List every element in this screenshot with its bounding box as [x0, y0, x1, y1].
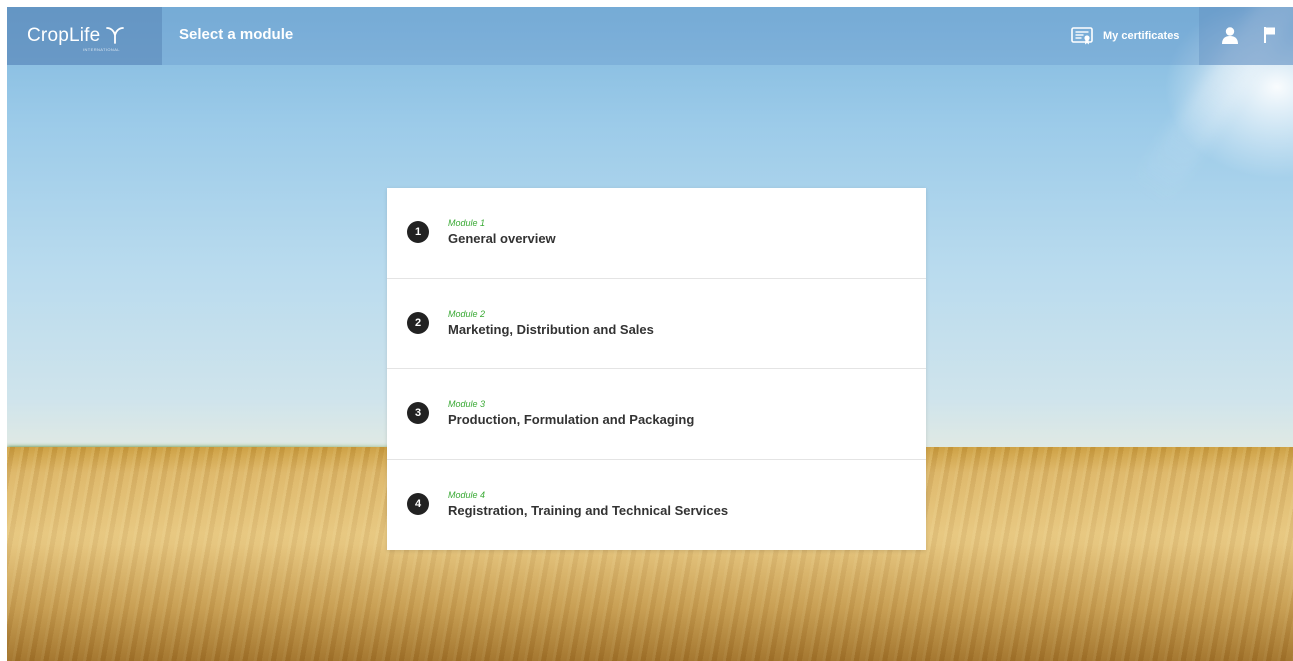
module-title: Registration, Training and Technical Ser… [448, 502, 729, 518]
logo[interactable]: CropLife INTERNATIONAL [7, 7, 162, 65]
module-item-3[interactable]: 3 Module 3 Production, Formulation and P… [387, 369, 926, 460]
module-number-badge: 4 [407, 492, 429, 515]
flag-icon[interactable] [1263, 26, 1277, 44]
logo-tagline: INTERNATIONAL [83, 47, 120, 52]
logo-wordmark: CropLife [27, 25, 101, 46]
my-certificates-label: My certificates [1103, 30, 1180, 42]
module-number-badge: 1 [407, 221, 429, 243]
user-icon[interactable] [1221, 26, 1239, 44]
page-title: Select a module [179, 26, 294, 43]
my-certificates-button[interactable]: My certificates [1057, 7, 1199, 65]
module-title: Production, Formulation and Packaging [448, 412, 695, 427]
module-kicker: Module 1 [448, 218, 486, 228]
module-title: Marketing, Distribution and Sales [448, 321, 654, 337]
module-number-badge: 2 [407, 311, 429, 334]
user-area [1199, 7, 1293, 65]
module-list: 1 Module 1 General overview 2 Module 2 M… [387, 188, 926, 550]
top-bar: CropLife INTERNATIONAL Select a module M… [7, 7, 1293, 65]
sprout-icon [106, 27, 125, 44]
module-item-2[interactable]: 2 Module 2 Marketing, Distribution and S… [387, 279, 926, 369]
module-item-1[interactable]: 1 Module 1 General overview [387, 188, 926, 279]
module-item-4[interactable]: 4 Module 4 Registration, Training and Te… [387, 460, 926, 551]
certificate-icon [1071, 27, 1093, 45]
module-title: General overview [448, 231, 556, 246]
module-kicker: Module 3 [448, 399, 486, 409]
module-kicker: Module 4 [448, 489, 486, 500]
module-kicker: Module 2 [448, 308, 486, 319]
background-scene: CropLife INTERNATIONAL Select a module M… [7, 7, 1293, 661]
module-number-badge: 3 [407, 402, 429, 424]
